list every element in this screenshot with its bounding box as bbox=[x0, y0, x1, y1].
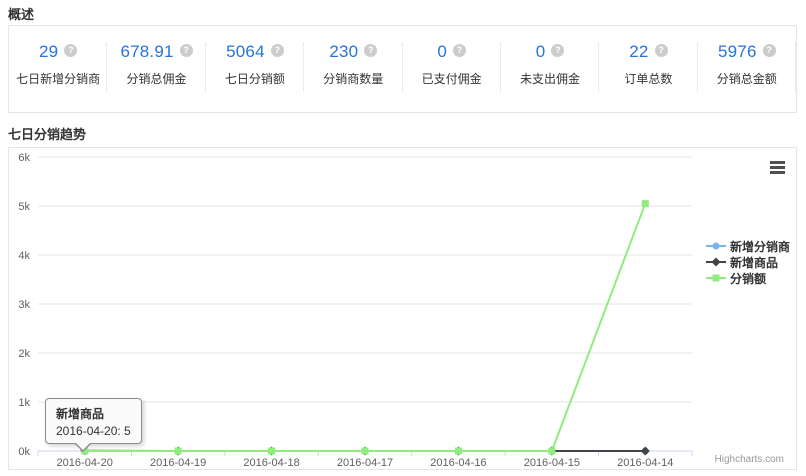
axis-labels: 0k 1k 2k 3k 4k 5k 6k 2016-04-20 2016-04-19 2016-0… bbox=[18, 152, 673, 469]
stat-card: 0? 未支出佣金 bbox=[501, 26, 599, 112]
chart-export-menu-button[interactable] bbox=[765, 157, 791, 179]
help-icon[interactable]: ? bbox=[271, 44, 284, 57]
stat-value: 29 bbox=[39, 42, 58, 62]
stat-card: 230? 分销商数量 bbox=[304, 26, 402, 112]
data-point-marker[interactable] bbox=[642, 200, 649, 207]
help-icon[interactable]: ? bbox=[763, 44, 776, 57]
help-icon[interactable]: ? bbox=[364, 44, 377, 57]
stat-value: 678.91 bbox=[120, 42, 173, 62]
overview-section-title: 概述 bbox=[8, 4, 34, 23]
stat-label: 七日分销额 bbox=[206, 70, 304, 87]
y-axis-label: 4k bbox=[18, 250, 30, 262]
x-axis-label: 2016-04-15 bbox=[524, 457, 580, 469]
stat-card: 5064? 七日分销额 bbox=[206, 26, 304, 112]
stat-value: 5976 bbox=[718, 42, 757, 62]
x-axis-label: 2016-04-16 bbox=[430, 457, 486, 469]
legend-label: 新增分销商 bbox=[730, 238, 790, 255]
legend-symbol-square-icon bbox=[706, 272, 726, 284]
x-axis-label: 2016-04-17 bbox=[337, 457, 393, 469]
gridlines bbox=[38, 157, 692, 451]
x-axis-label: 2016-04-14 bbox=[617, 457, 673, 469]
y-axis-label: 0k bbox=[18, 446, 30, 458]
data-point-marker[interactable] bbox=[548, 448, 555, 455]
data-point-marker[interactable] bbox=[175, 448, 182, 455]
help-icon[interactable]: ? bbox=[180, 44, 193, 57]
stat-card: 678.91? 分销总佣金 bbox=[107, 26, 205, 112]
data-point-marker[interactable] bbox=[268, 448, 275, 455]
stat-card: 29? 七日新增分销商 bbox=[9, 26, 107, 112]
y-axis-label: 6k bbox=[18, 152, 30, 164]
stat-value: 0 bbox=[437, 42, 447, 62]
legend-item[interactable]: 新增分销商 bbox=[706, 238, 790, 254]
stat-card: 0? 已支付佣金 bbox=[403, 26, 501, 112]
overview-stats-panel: 29? 七日新增分销商 678.91? 分销总佣金 5064? 七日分销额 230? 分销商数… bbox=[8, 25, 797, 113]
data-point-marker[interactable] bbox=[362, 448, 369, 455]
stat-label: 未支出佣金 bbox=[501, 70, 599, 87]
help-icon[interactable]: ? bbox=[551, 44, 564, 57]
stat-label: 订单总数 bbox=[599, 70, 697, 87]
x-axis-label: 2016-04-20 bbox=[57, 457, 113, 469]
series-square bbox=[81, 200, 649, 454]
stat-value: 230 bbox=[329, 42, 358, 62]
data-point-marker[interactable] bbox=[455, 448, 462, 455]
y-axis-label: 2k bbox=[18, 348, 30, 360]
chart-legend: 新增分销商新增商品分销额 bbox=[706, 238, 790, 286]
x-axis-label: 2016-04-18 bbox=[243, 457, 299, 469]
stat-label: 分销商数量 bbox=[304, 70, 402, 87]
stat-value: 0 bbox=[536, 42, 546, 62]
stat-label: 分销总佣金 bbox=[107, 70, 205, 87]
trend-section-title: 七日分销趋势 bbox=[8, 124, 86, 143]
y-axis-label: 5k bbox=[18, 201, 30, 213]
stat-label: 分销总金额 bbox=[698, 70, 796, 87]
y-axis-label: 1k bbox=[18, 397, 30, 409]
highcharts-credits-link[interactable]: Highcharts.com bbox=[715, 454, 784, 465]
help-icon[interactable]: ? bbox=[453, 44, 466, 57]
legend-symbol-diamond-icon bbox=[706, 256, 726, 268]
legend-item[interactable]: 新增商品 bbox=[706, 254, 790, 270]
stat-card: 22? 订单总数 bbox=[599, 26, 697, 112]
legend-label: 新增商品 bbox=[730, 254, 778, 271]
help-icon[interactable]: ? bbox=[64, 44, 77, 57]
legend-symbol-circle-icon bbox=[706, 240, 726, 252]
stat-label: 七日新增分销商 bbox=[9, 70, 107, 87]
stat-value: 22 bbox=[629, 42, 648, 62]
x-axis-label: 2016-04-19 bbox=[150, 457, 206, 469]
trend-chart-panel: 0k 1k 2k 3k 4k 5k 6k 2016-04-20 2016-04-19 2016-0… bbox=[8, 147, 797, 470]
data-point-marker[interactable] bbox=[81, 448, 88, 455]
legend-label: 分销额 bbox=[730, 270, 766, 287]
legend-item[interactable]: 分销额 bbox=[706, 270, 790, 286]
stat-label: 已支付佣金 bbox=[403, 70, 501, 87]
stat-card: 5976? 分销总金额 bbox=[698, 26, 796, 112]
series-line bbox=[85, 204, 646, 451]
hamburger-icon bbox=[770, 161, 786, 174]
trend-line-chart: 0k 1k 2k 3k 4k 5k 6k 2016-04-20 2016-04-19 2016-0… bbox=[9, 148, 796, 469]
help-icon[interactable]: ? bbox=[655, 44, 668, 57]
data-point-marker[interactable] bbox=[641, 447, 650, 456]
stat-value: 5064 bbox=[226, 42, 265, 62]
y-axis-label: 3k bbox=[18, 299, 30, 311]
